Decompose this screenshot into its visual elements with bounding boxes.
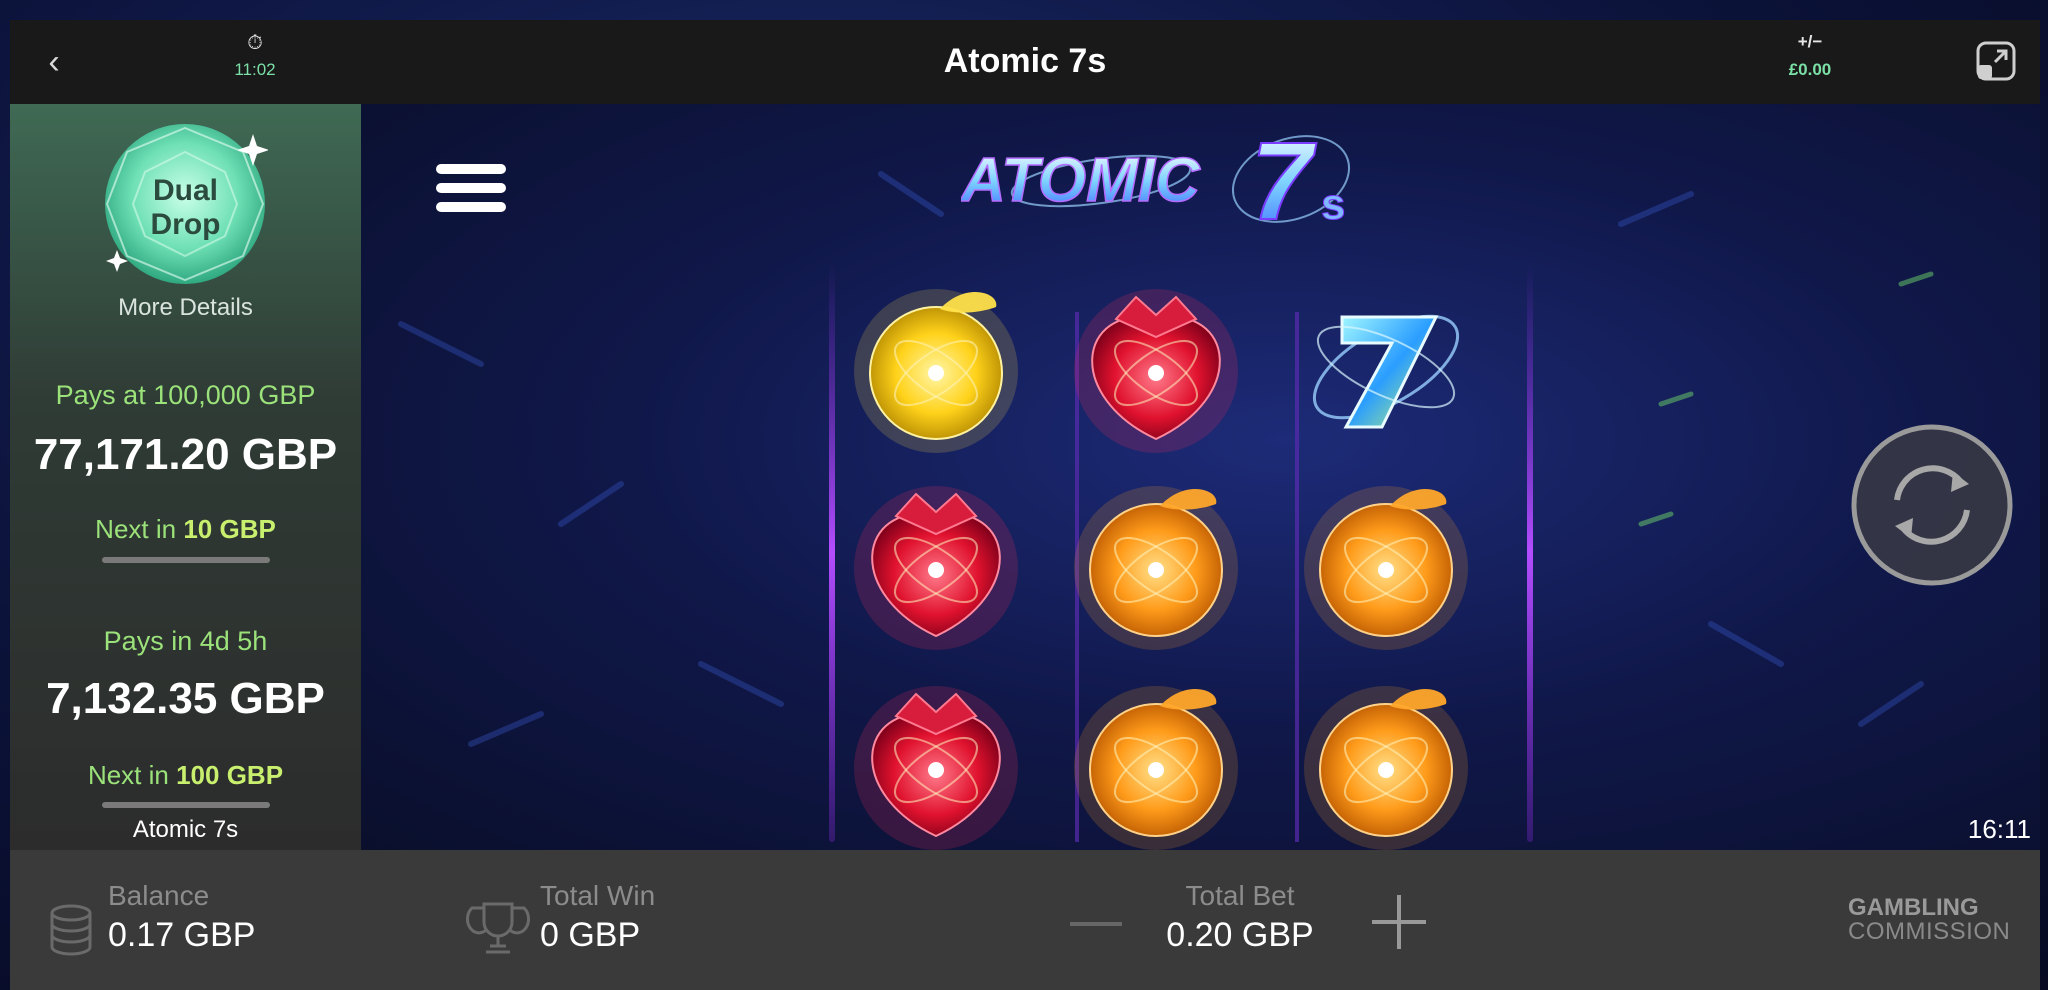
jackpot-2-pays-value: 4d 5h	[199, 626, 268, 656]
regulator-line-1: GAMBLING	[1848, 894, 1979, 921]
strawberry-symbol	[854, 686, 1018, 850]
total-bet-label: Total Bet	[1185, 880, 1295, 911]
profit-loss[interactable]: +/− £0.00	[1750, 32, 1870, 80]
jackpot-1-next-value: 10 GBP	[183, 514, 276, 544]
orange-symbol	[1304, 486, 1468, 650]
jackpot-1-pays: Pays at 100,000 GBP	[10, 380, 361, 411]
more-details-link[interactable]: More Details	[10, 294, 361, 322]
popout-icon	[1976, 41, 2016, 81]
jackpot-1-pays-label: Pays at	[55, 380, 146, 410]
game-logo: ATOMIC 7 s	[961, 119, 1351, 239]
jackpot-2-next-label: Next in	[87, 760, 169, 790]
top-bar: ‹ ⏱ 11:02 Atomic 7s +/− £0.00	[10, 20, 2040, 104]
badge-line-2: Drop	[150, 208, 221, 241]
jackpot-2-progress	[102, 802, 270, 808]
jackpot-2-pays: Pays in 4d 5h	[10, 626, 361, 657]
reel-symbols	[854, 289, 1468, 850]
jackpot-1-amount: 77,171.20 GBP	[33, 430, 338, 479]
hamburger-menu-icon	[436, 164, 506, 212]
bottom-bar: Balance 0.17 GBP Total Win 0 GBP Total B…	[10, 850, 2040, 990]
total-bet-value: 0.20 GBP	[1166, 916, 1314, 954]
slot-game-area[interactable]: ATOMIC 7 s 16:11	[361, 104, 2040, 850]
clock: 16:11	[1967, 814, 2031, 844]
coins-icon	[50, 904, 92, 956]
regulator-line-2: COMMISSION	[1848, 918, 2011, 945]
strawberry-symbol	[854, 486, 1018, 650]
orange-symbol	[1304, 686, 1468, 850]
seven-symbol	[1312, 314, 1460, 429]
strawberry-symbol	[1074, 289, 1238, 453]
jackpot-panel: Dual Drop More Details Pays at 100,000 G…	[10, 104, 361, 850]
logo-seven: 7	[1251, 120, 1317, 239]
gambling-commission-logo[interactable]: GAMBLING COMMISSION	[1848, 896, 2018, 944]
profit-loss-label: +/−	[1797, 32, 1823, 51]
total-win-label: Total Win	[540, 880, 656, 911]
badge-line-1: Dual	[152, 174, 218, 207]
popout-button[interactable]	[1975, 40, 2017, 82]
jackpot-1-next-label: Next in	[95, 514, 177, 544]
total-win-value: 0 GBP	[540, 916, 641, 954]
jackpot-2-next-value: 100 GBP	[176, 760, 284, 790]
balance-label: Balance	[108, 880, 210, 911]
orange-symbol	[1074, 686, 1238, 850]
jackpot-2-amount: 7,132.35 GBP	[46, 674, 325, 723]
game-name-caption: Atomic 7s	[132, 816, 239, 843]
jackpot-1-progress	[102, 557, 270, 563]
increase-bet-button[interactable]	[1372, 895, 1426, 949]
logo-s: s	[1321, 180, 1345, 229]
jackpot-2-pays-label: Pays in	[103, 626, 193, 656]
spin-button[interactable]	[1849, 422, 2015, 588]
decrease-bet-button[interactable]	[1070, 922, 1122, 926]
lemon-symbol	[854, 289, 1018, 453]
balance-value: 0.17 GBP	[108, 916, 256, 954]
dual-drop-badge[interactable]: Dual Drop	[103, 122, 268, 287]
page-title: Atomic 7s	[943, 42, 1107, 80]
reels	[829, 262, 1533, 850]
trophy-icon	[466, 902, 530, 954]
jackpot-2-next: Next in 100 GBP	[10, 760, 361, 791]
orange-symbol	[1074, 486, 1238, 650]
logo-text: ATOMIC	[961, 146, 1201, 215]
menu-button[interactable]	[436, 164, 506, 220]
jackpot-1-next: Next in 10 GBP	[10, 514, 361, 545]
jackpot-1-pays-value: 100,000 GBP	[153, 380, 316, 410]
spin-refresh-icon	[1851, 424, 2013, 586]
game-window: ‹ ⏱ 11:02 Atomic 7s +/− £0.00 Dual Drop …	[0, 0, 2048, 990]
profit-loss-value: £0.00	[1788, 60, 1832, 79]
